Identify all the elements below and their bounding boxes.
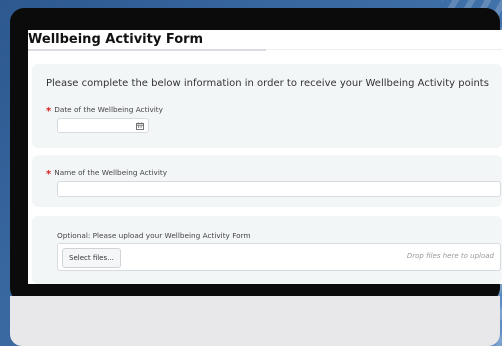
- device-base: [10, 296, 500, 346]
- date-label: * Date of the Wellbeing Activity: [46, 105, 163, 117]
- drop-files-hint: Drop files here to upload: [406, 252, 494, 260]
- form-intro: Please complete the below information in…: [46, 78, 489, 89]
- page-title: Wellbeing Activity Form: [28, 32, 204, 47]
- select-files-button[interactable]: Select files...: [62, 248, 121, 268]
- title-underline: [28, 49, 266, 51]
- required-marker: *: [46, 169, 52, 180]
- title-divider: [266, 49, 502, 50]
- activity-name-input[interactable]: [57, 181, 501, 197]
- name-label: * Name of the Wellbeing Activity: [46, 168, 168, 180]
- required-marker: *: [46, 106, 52, 117]
- calendar-icon[interactable]: [136, 122, 144, 132]
- upload-label: Optional: Please upload your Wellbeing A…: [57, 231, 251, 240]
- file-upload-dropzone[interactable]: Select files... Drop files here to uploa…: [57, 243, 501, 271]
- screen: Wellbeing Activity Form Please complete …: [28, 30, 502, 284]
- date-input[interactable]: [57, 118, 149, 133]
